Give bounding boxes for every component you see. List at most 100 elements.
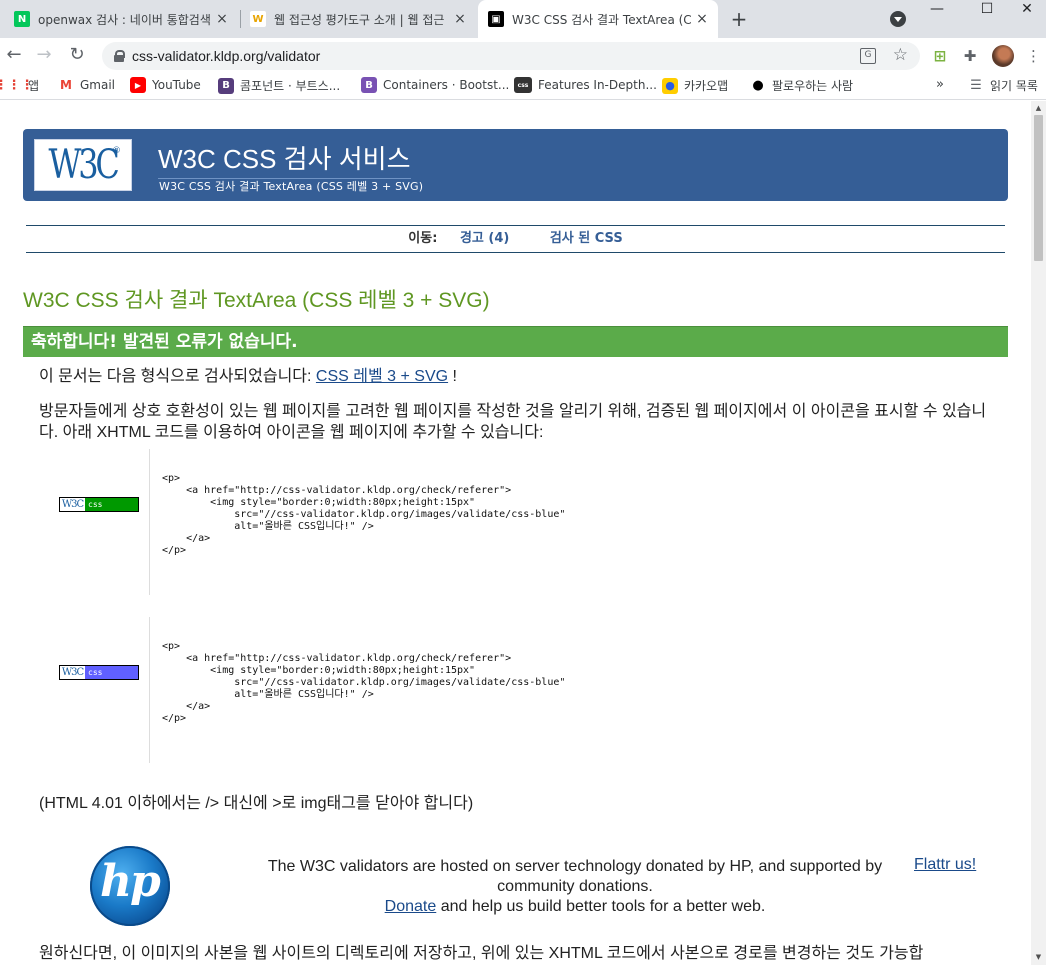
hp-logo-text: hp [100, 856, 161, 907]
sponsor-line: The W3C validators are hosted on server … [267, 858, 883, 895]
youtube-icon: ▶ [130, 77, 146, 93]
bookmark-label: Gmail [80, 78, 116, 92]
url-text[interactable]: css-validator.kldp.org/validator [132, 48, 320, 64]
page-title[interactable]: W3C CSS 검사 서비스 [158, 139, 411, 179]
bookmark-label: 앱 [28, 79, 40, 93]
tab-title: openwax 검사 : 네이버 통합검색 [38, 12, 211, 27]
w3c-logo[interactable]: W3C ® [34, 139, 132, 191]
close-window-button[interactable]: ✕ [1004, 0, 1046, 20]
valid-css-badge[interactable]: W3C css [59, 665, 139, 680]
sponsor-text: The W3C validators are hosted on server … [258, 857, 892, 917]
bootstrap-icon: B [361, 77, 377, 93]
validated-css-link[interactable]: 검사 된 CSS [550, 231, 623, 246]
page-viewport: W3C ® W3C CSS 검사 서비스 W3C CSS 검사 결과 TextA… [0, 101, 1031, 965]
copy-image-paragraph: 원하신다면, 이 이미지의 사본을 웹 사이트의 디렉토리에 저장하고, 위에 … [39, 945, 924, 962]
lock-icon[interactable] [114, 50, 125, 62]
w3c-logo-text: W3C [48, 142, 120, 188]
bookmark-kakaomap[interactable]: ● 카카오맵 [662, 77, 728, 94]
success-banner: 축하합니다! 발견된 오류가 없습니다. [23, 326, 1008, 357]
menu-kebab-icon[interactable]: ⋮ [1026, 46, 1041, 66]
hp-logo[interactable]: hp [90, 846, 170, 926]
bookmark-gmail[interactable]: M Gmail [58, 77, 115, 93]
new-tab-button[interactable]: + [728, 9, 750, 29]
tab-web-accessibility[interactable]: W 웹 접근성 평가도구 소개 | 웹 접근 × [244, 0, 476, 38]
reading-list[interactable]: ☰ 읽기 목록 [968, 77, 1038, 94]
html401-note: (HTML 4.01 이하에서는 /> 대신에 >로 img태그를 닫아야 합니… [39, 795, 474, 812]
donate-link[interactable]: Donate [385, 898, 437, 915]
bookmark-label: Features In-Depth... [538, 78, 657, 92]
bookmarks-bar: ⋮⋮⋮ 앱 M Gmail ▶ YouTube B 콤포넌트 · 부트스... … [0, 72, 1046, 100]
tab-strip: N openwax 검사 : 네이버 통합검색 × W 웹 접근성 평가도구 소… [0, 0, 1046, 38]
close-tab-icon[interactable]: × [694, 11, 710, 27]
scroll-down-icon[interactable]: ▼ [1034, 953, 1043, 961]
scroll-thumb[interactable] [1034, 115, 1043, 261]
bookmark-youtube[interactable]: ▶ YouTube [130, 77, 201, 93]
tab-title: W3C CSS 검사 결과 TextArea (C [512, 12, 692, 27]
xhtml-code[interactable]: <p> <a href="http://css-validator.kldp.o… [162, 473, 565, 557]
reload-icon[interactable]: ↻ [66, 44, 88, 66]
warnings-link[interactable]: 경고 (4) [460, 231, 509, 246]
gmail-icon: M [58, 77, 74, 93]
profile-link[interactable]: CSS 레벨 3 + SVG [316, 368, 448, 385]
tab-title: 웹 접근성 평가도구 소개 | 웹 접근 [274, 12, 445, 27]
reading-list-label: 읽기 목록 [990, 79, 1038, 93]
reading-list-icon: ☰ [970, 78, 982, 93]
bookmark-label: 콤포넌트 · 부트스... [240, 79, 341, 93]
snippet-divider [149, 617, 150, 763]
apps-grid-icon: ⋮⋮⋮ [0, 78, 34, 93]
header-banner: W3C ® W3C CSS 검사 서비스 W3C CSS 검사 결과 TextA… [23, 129, 1008, 201]
scroll-up-icon[interactable]: ▲ [1034, 104, 1043, 112]
extension-ladder-icon[interactable]: ⊞ [930, 46, 950, 66]
badge-w3c-text: W3C [60, 666, 85, 679]
bookmark-label: 카카오맵 [684, 79, 729, 93]
profile-line: 이 문서는 다음 형식으로 검사되었습니다: CSS 레벨 3 + SVG ! [39, 366, 457, 387]
address-bar[interactable]: css-validator.kldp.org/validator G ☆ [102, 42, 920, 70]
w3c-favicon-icon: ▣ [488, 11, 504, 27]
profile-prefix: 이 문서는 다음 형식으로 검사되었습니다: [39, 368, 316, 385]
result-heading: W3C CSS 검사 결과 TextArea (CSS 레벨 3 + SVG) [23, 289, 490, 312]
badge-info-paragraph: 방문자들에게 상호 호환성이 있는 웹 페이지를 고려한 웹 페이지를 작성한 … [39, 403, 987, 441]
browser-toolbar: ← → ↻ css-validator.kldp.org/validator G… [0, 38, 1046, 72]
close-tab-icon[interactable]: × [214, 11, 230, 27]
tab-css-validator[interactable]: ▣ W3C CSS 검사 결과 TextArea (C × [478, 0, 718, 38]
bookmark-label: Containers · Bootst... [383, 78, 510, 92]
bookmark-github-following[interactable]: ● 팔로우하는 사람 [750, 77, 853, 94]
bookmark-bootstrap-containers[interactable]: B Containers · Bootst... [361, 77, 509, 93]
bootstrap-icon: B [218, 77, 234, 94]
minimize-button[interactable]: — [914, 0, 960, 20]
flattr-link[interactable]: Flattr us! [914, 856, 976, 874]
valid-css-badge[interactable]: W3C css [59, 497, 139, 512]
css-site-icon: css [514, 77, 532, 93]
jump-nav: 이동: 경고 (4) 검사 된 CSS [26, 225, 1005, 253]
badge-snippet: W3C css <p> <a href="http://css-validato… [40, 617, 960, 763]
github-icon: ● [750, 77, 766, 94]
more-bookmarks-chevron-icon[interactable]: » [936, 77, 944, 92]
snippet-divider [149, 449, 150, 595]
tab-search-icon[interactable] [890, 11, 906, 27]
back-arrow-icon[interactable]: ← [3, 44, 25, 66]
tab-naver[interactable]: N openwax 검사 : 네이버 통합검색 × [8, 0, 238, 38]
profile-suffix: ! [448, 368, 457, 385]
forward-arrow-icon[interactable]: → [33, 44, 55, 66]
profile-avatar[interactable] [992, 45, 1014, 67]
badge-snippet: W3C css <p> <a href="http://css-validato… [40, 449, 960, 595]
bookmark-apps[interactable]: ⋮⋮⋮ 앱 [0, 77, 40, 94]
w-favicon-icon: W [250, 11, 266, 27]
page-scrollbar[interactable]: ▲ ▼ [1031, 101, 1046, 965]
registered-mark: ® [112, 146, 121, 156]
badge-css-text: css [85, 666, 138, 679]
bookmark-star-icon[interactable]: ☆ [893, 45, 908, 65]
xhtml-code[interactable]: <p> <a href="http://css-validator.kldp.o… [162, 641, 565, 725]
kakaomap-pin-icon: ● [662, 77, 678, 94]
jump-label: 이동: [408, 231, 438, 246]
tab-separator [240, 10, 241, 28]
close-tab-icon[interactable]: × [452, 11, 468, 27]
extensions-puzzle-icon[interactable]: ✚ [960, 46, 980, 66]
sponsor-line: and help us build better tools for a bet… [436, 898, 766, 915]
naver-favicon-icon: N [14, 11, 30, 27]
bookmark-features-in-depth[interactable]: css Features In-Depth... [514, 77, 657, 93]
translate-icon[interactable]: G [860, 48, 876, 64]
bookmark-label: YouTube [152, 78, 201, 92]
page-subtitle: W3C CSS 검사 결과 TextArea (CSS 레벨 3 + SVG) [159, 180, 424, 193]
bookmark-bootstrap-components[interactable]: B 콤포넌트 · 부트스... [218, 77, 340, 94]
